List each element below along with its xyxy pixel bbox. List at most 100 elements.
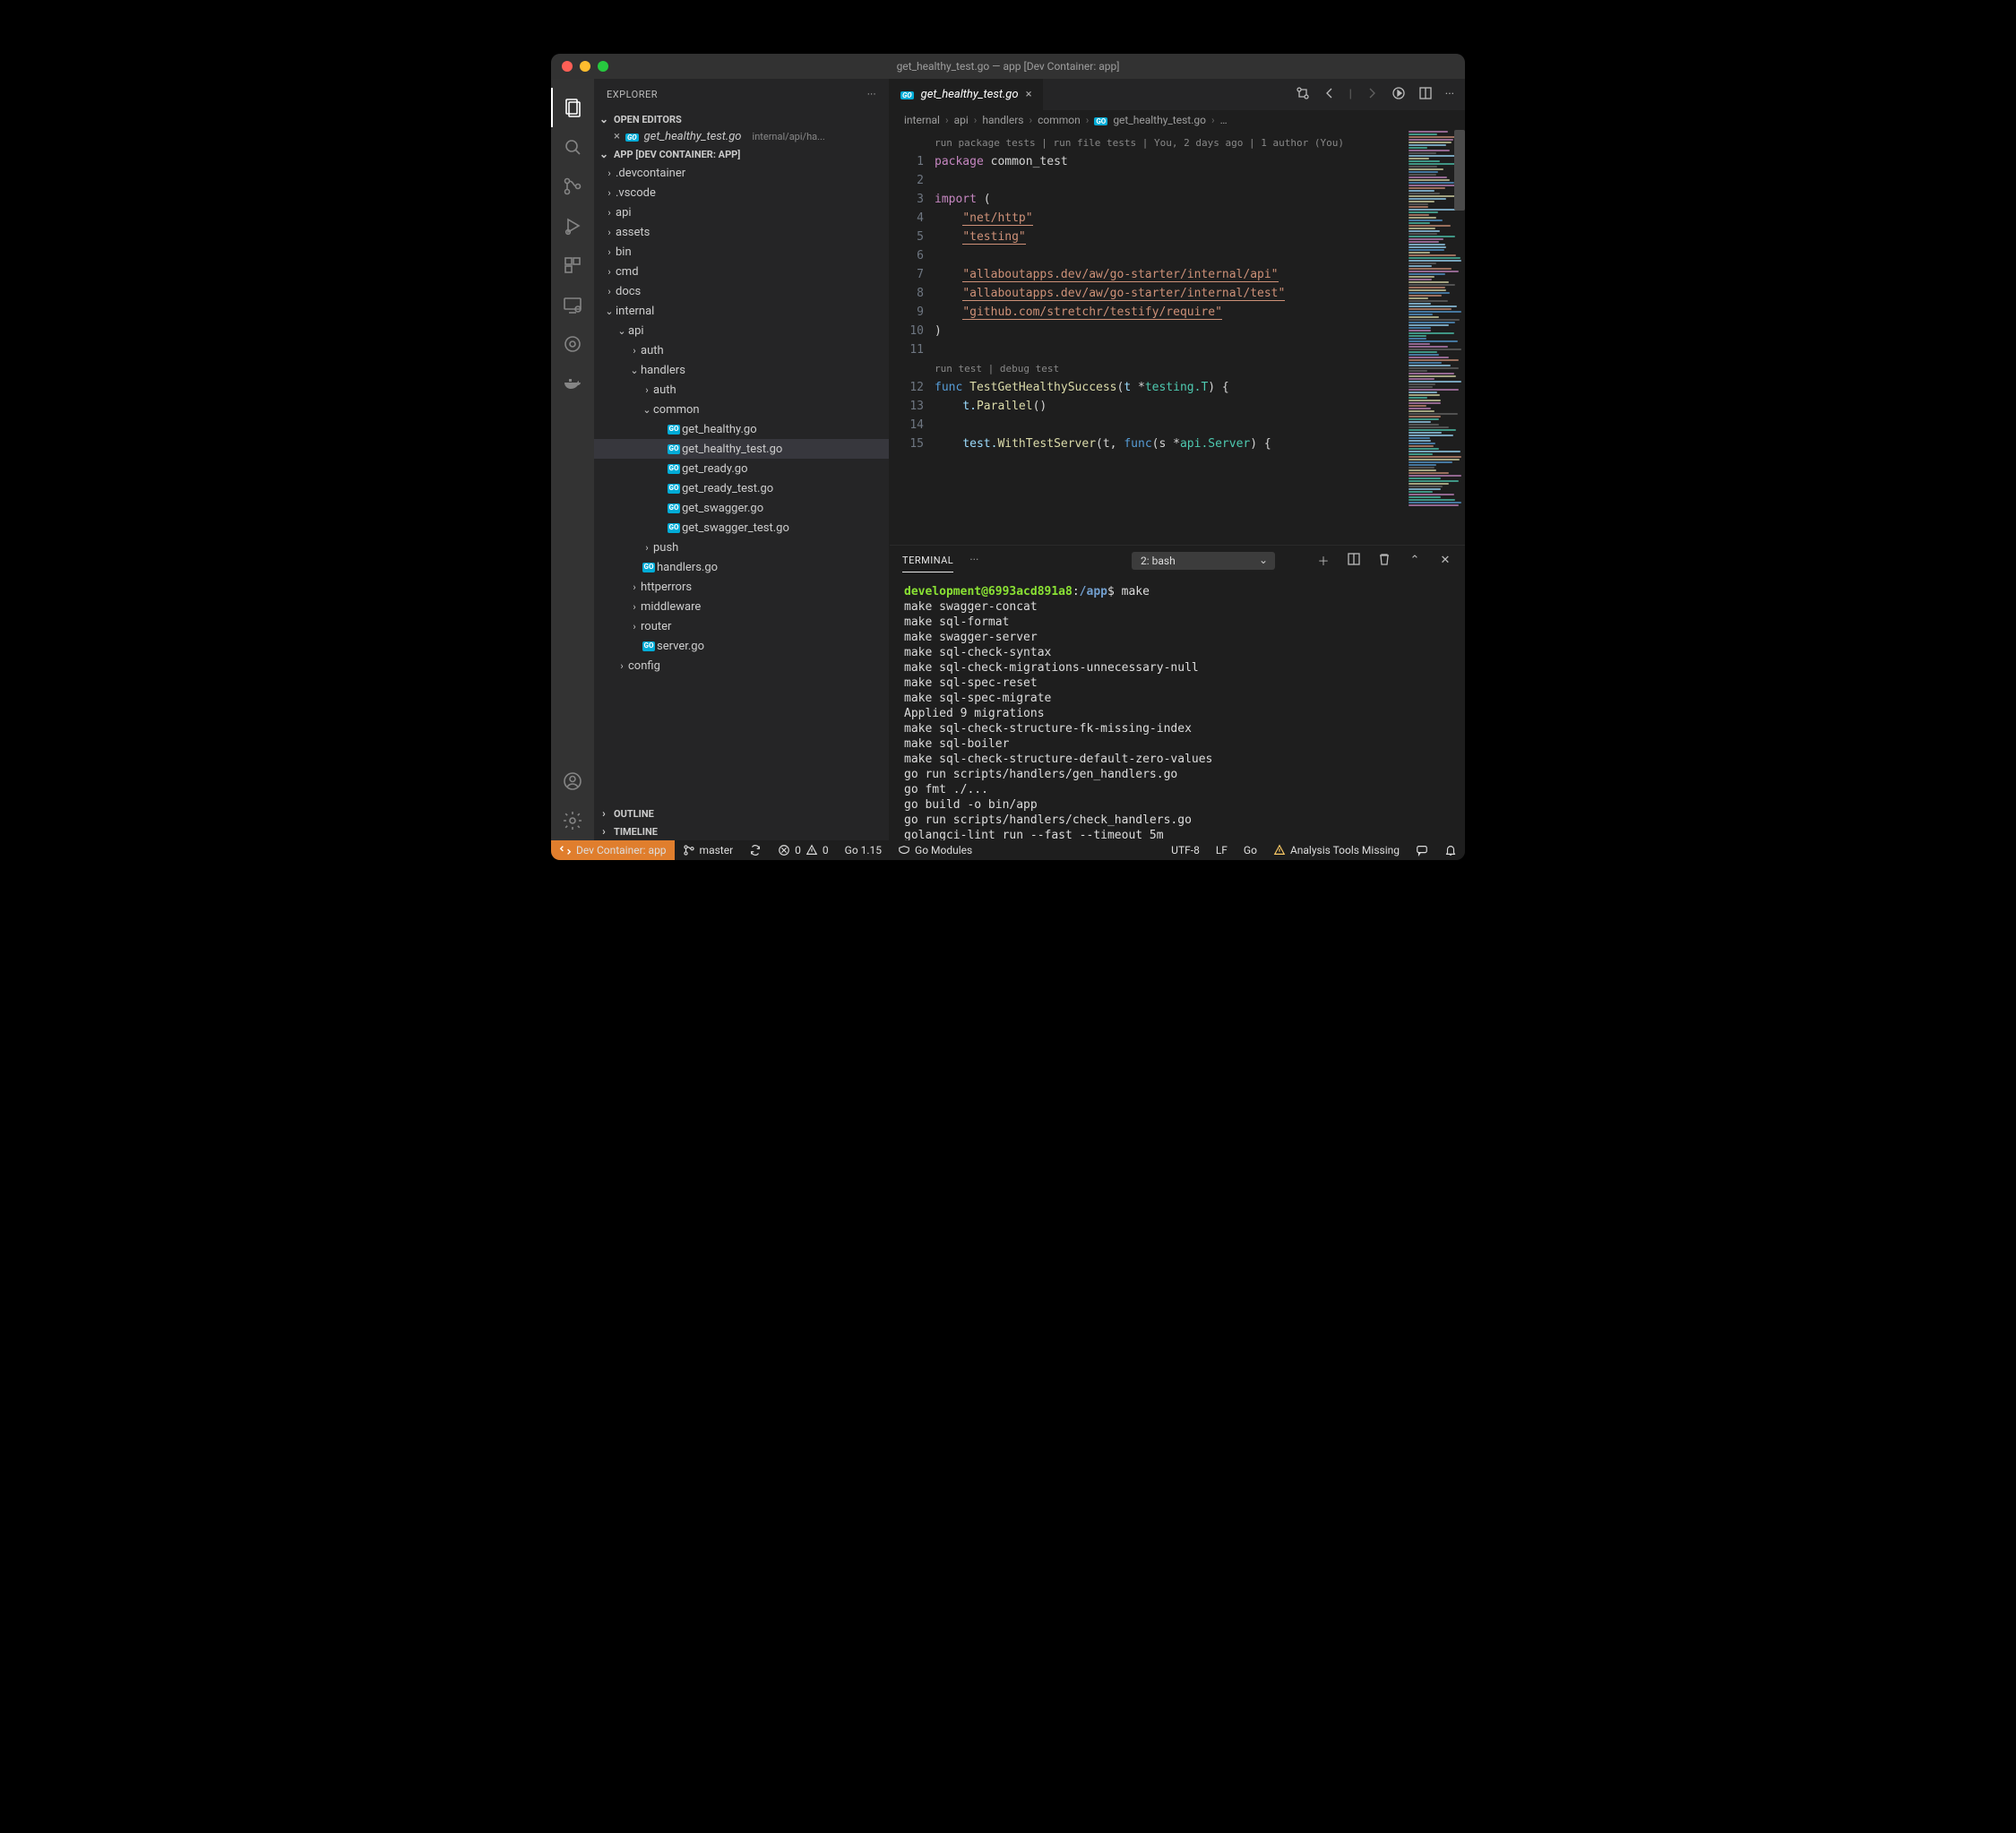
file-get-ready[interactable]: GOget_ready.go (594, 459, 889, 478)
minimize-window-button[interactable] (580, 61, 590, 72)
more-actions-icon[interactable]: ··· (1445, 88, 1454, 101)
activity-bar (551, 79, 594, 840)
close-window-button[interactable] (562, 61, 573, 72)
minimap[interactable] (1402, 130, 1465, 545)
folder-push[interactable]: ›push (594, 538, 889, 557)
folder-bin[interactable]: ›bin (594, 242, 889, 262)
folder-router[interactable]: ›router (594, 616, 889, 636)
maximize-panel-icon[interactable]: ⌃ (1408, 554, 1422, 567)
branch-indicator[interactable]: master (675, 844, 742, 856)
remote-indicator[interactable]: Dev Container: app (551, 840, 675, 860)
editor[interactable]: 123456789101112131415 run package tests … (890, 130, 1465, 545)
folder-assets[interactable]: ›assets (594, 222, 889, 242)
vscode-window: get_healthy_test.go — app [Dev Container… (551, 54, 1465, 860)
folder-middleware[interactable]: ›middleware (594, 597, 889, 616)
terminal-tab[interactable]: TERMINAL (902, 549, 953, 572)
file-get-swagger-test[interactable]: GOget_swagger_test.go (594, 518, 889, 538)
folder-common[interactable]: ⌄common (594, 400, 889, 419)
folder-vscode[interactable]: ›.vscode (594, 183, 889, 202)
line-gutter: 123456789101112131415 (890, 130, 935, 545)
tab-bar: GO get_healthy_test.go × | ··· (890, 79, 1465, 110)
sync-indicator[interactable] (741, 844, 770, 856)
docker-tab-icon[interactable] (551, 364, 594, 403)
language-indicator[interactable]: Go (1236, 844, 1265, 856)
go-file-icon: GO (668, 464, 681, 474)
editor-tab[interactable]: GO get_healthy_test.go × (890, 79, 1044, 110)
run-debug-tab-icon[interactable] (551, 206, 594, 245)
folder-internal[interactable]: ⌄internal (594, 301, 889, 321)
folder-handlers[interactable]: ⌄handlers (594, 360, 889, 380)
code-content[interactable]: run package tests | run file tests | You… (935, 130, 1402, 545)
split-editor-icon[interactable] (1418, 86, 1433, 104)
go-version[interactable]: Go 1.15 (837, 844, 890, 856)
file-server[interactable]: GOserver.go (594, 636, 889, 656)
encoding-indicator[interactable]: UTF-8 (1163, 844, 1208, 856)
go-file-icon: GO (668, 503, 681, 513)
breadcrumb[interactable]: internal› api› handlers› common› GO get_… (890, 110, 1465, 130)
go-test-tab-icon[interactable] (551, 324, 594, 364)
open-editor-item[interactable]: × GO get_healthy_test.go internal/api/ha… (594, 128, 889, 145)
file-get-healthy-test[interactable]: GOget_healthy_test.go (594, 439, 889, 459)
traffic-lights (551, 61, 608, 72)
file-get-healthy[interactable]: GOget_healthy.go (594, 419, 889, 439)
go-file-icon: GO (642, 641, 656, 651)
status-bar: Dev Container: app master 0 0 Go 1.15 Go… (551, 840, 1465, 860)
folder-config[interactable]: ›config (594, 656, 889, 676)
chevron-right-icon: › (598, 825, 610, 838)
nav-sep-icon: | (1349, 88, 1352, 101)
eol-indicator[interactable]: LF (1208, 844, 1236, 856)
file-get-swagger[interactable]: GOget_swagger.go (594, 498, 889, 518)
scm-tab-icon[interactable] (551, 167, 594, 206)
explorer-title: EXPLORER (607, 89, 658, 100)
terminal-select[interactable]: 2: bash (1132, 552, 1275, 570)
folder-docs[interactable]: ›docs (594, 281, 889, 301)
file-get-ready-test[interactable]: GOget_ready_test.go (594, 478, 889, 498)
folder-api[interactable]: ›api (594, 202, 889, 222)
go-back-icon[interactable] (1322, 86, 1337, 104)
split-terminal-icon[interactable] (1347, 552, 1361, 570)
go-modules[interactable]: Go Modules (890, 844, 980, 856)
feedback-icon[interactable] (1408, 844, 1436, 856)
close-editor-icon[interactable]: × (614, 130, 620, 143)
close-panel-icon[interactable]: ✕ (1438, 554, 1452, 567)
bottom-panel: TERMINAL ··· 2: bash ＋ ⌃ ✕ development@6… (890, 545, 1465, 840)
git-compare-icon[interactable] (1296, 86, 1310, 104)
go-file-icon: GO (668, 523, 681, 533)
go-file-icon: GO (900, 91, 914, 99)
folder-internal-api[interactable]: ⌄api (594, 321, 889, 340)
folder-auth[interactable]: ›auth (594, 340, 889, 360)
folder-cmd[interactable]: ›cmd (594, 262, 889, 281)
minimap-scroll[interactable] (1454, 130, 1465, 211)
kill-terminal-icon[interactable] (1377, 552, 1391, 570)
explorer-more-icon[interactable]: ··· (867, 89, 876, 100)
extensions-tab-icon[interactable] (551, 245, 594, 285)
settings-gear-icon[interactable] (551, 801, 594, 840)
explorer-sidebar: EXPLORER ··· ⌄ OPEN EDITORS × GO get_hea… (594, 79, 890, 840)
go-forward-icon[interactable] (1365, 86, 1379, 104)
outline-header[interactable]: › OUTLINE (594, 805, 889, 822)
remote-explorer-tab-icon[interactable] (551, 285, 594, 324)
terminal-content[interactable]: development@6993acd891a8:/app$ make make… (890, 575, 1465, 840)
new-terminal-icon[interactable]: ＋ (1316, 552, 1331, 569)
accounts-icon[interactable] (551, 762, 594, 801)
folder-httperrors[interactable]: ›httperrors (594, 577, 889, 597)
workspace-header[interactable]: ⌄ APP [DEV CONTAINER: APP] (594, 145, 889, 163)
go-file-icon: GO (668, 444, 681, 454)
timeline-header[interactable]: › TIMELINE (594, 822, 889, 840)
go-file-icon: GO (1094, 117, 1107, 125)
open-editors-header[interactable]: ⌄ OPEN EDITORS (594, 110, 889, 128)
explorer-tab-icon[interactable] (551, 88, 594, 127)
titlebar[interactable]: get_healthy_test.go — app [Dev Container… (551, 54, 1465, 79)
search-tab-icon[interactable] (551, 127, 594, 167)
close-tab-icon[interactable]: × (1026, 88, 1032, 101)
panel-more-icon[interactable]: ··· (969, 554, 978, 567)
folder-devcontainer[interactable]: ›.devcontainer (594, 163, 889, 183)
run-last-icon[interactable] (1391, 86, 1406, 104)
notifications-icon[interactable] (1436, 844, 1465, 856)
zoom-window-button[interactable] (598, 61, 608, 72)
problems-indicator[interactable]: 0 0 (770, 844, 837, 856)
analysis-warning[interactable]: Analysis Tools Missing (1265, 844, 1408, 856)
panel-tabs: TERMINAL ··· 2: bash ＋ ⌃ ✕ (890, 546, 1465, 575)
file-handlers[interactable]: GOhandlers.go (594, 557, 889, 577)
folder-handlers-auth[interactable]: ›auth (594, 380, 889, 400)
